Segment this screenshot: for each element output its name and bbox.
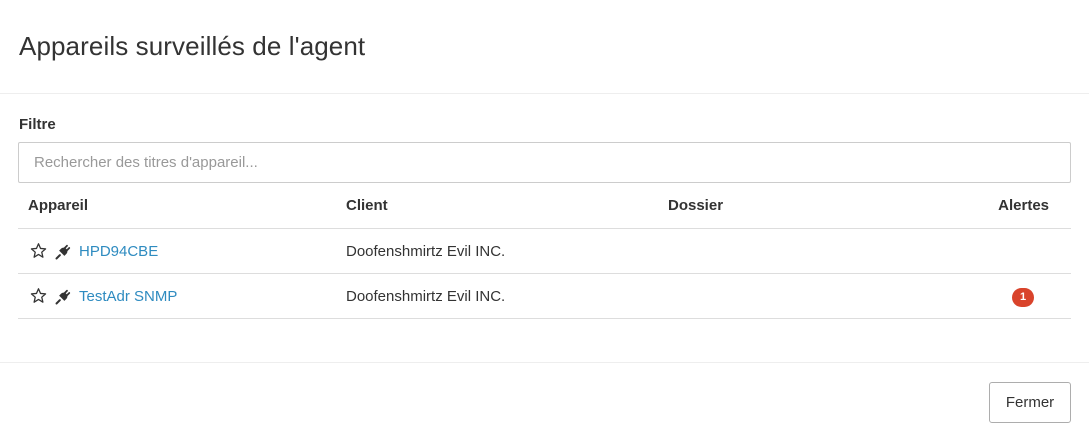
modal-footer: Fermer xyxy=(0,362,1089,441)
plug-icon xyxy=(55,287,73,305)
column-header-device[interactable]: Appareil xyxy=(28,197,88,214)
client-cell: Doofenshmirtz Evil INC. xyxy=(346,288,506,305)
column-header-client[interactable]: Client xyxy=(346,197,388,214)
table-row: HPD94CBE Doofenshmirtz Evil INC. xyxy=(18,229,1071,274)
device-link[interactable]: HPD94CBE xyxy=(79,243,158,260)
close-button[interactable]: Fermer xyxy=(989,382,1071,423)
modal-header: Appareils surveillés de l'agent xyxy=(0,0,1089,94)
dialog-title: Appareils surveillés de l'agent xyxy=(19,31,366,61)
devices-table: Appareil Client Dossier Alertes HPD94CBE… xyxy=(18,183,1071,319)
star-outline-icon[interactable] xyxy=(30,287,47,304)
star-outline-icon[interactable] xyxy=(30,242,47,259)
filter-label: Filtre xyxy=(19,116,56,133)
table-row: TestAdr SNMP Doofenshmirtz Evil INC. 1 xyxy=(18,274,1071,319)
client-cell: Doofenshmirtz Evil INC. xyxy=(346,243,506,260)
plug-icon xyxy=(55,242,73,260)
column-header-alerts[interactable]: Alertes xyxy=(998,197,1049,214)
column-header-folder[interactable]: Dossier xyxy=(668,197,723,214)
device-search-input[interactable] xyxy=(18,142,1071,183)
table-header: Appareil Client Dossier Alertes xyxy=(18,183,1071,229)
alert-count-badge[interactable]: 1 xyxy=(1012,288,1034,307)
device-link[interactable]: TestAdr SNMP xyxy=(79,288,177,305)
